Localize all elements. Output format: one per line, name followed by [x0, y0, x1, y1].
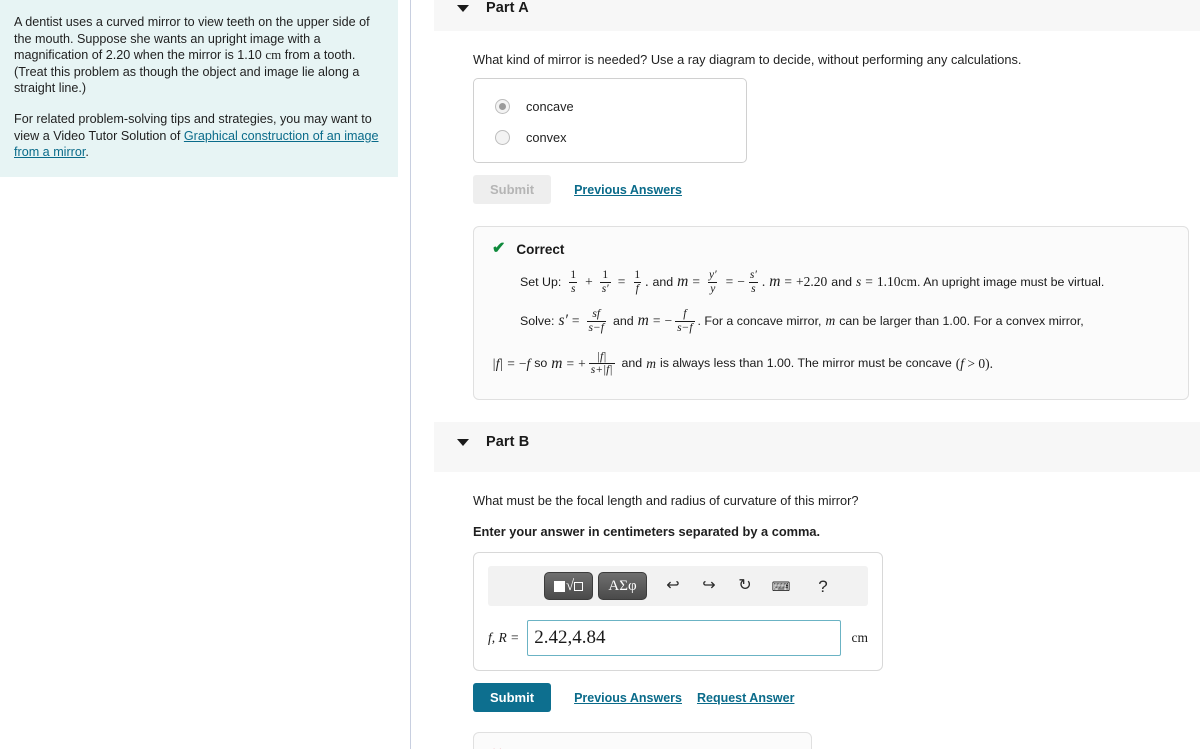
chevron-down-icon[interactable]	[457, 5, 469, 12]
problem-statement-box: A dentist uses a curved mirror to view t…	[0, 0, 398, 177]
solve-tail: . For a concave mirror,	[697, 313, 822, 328]
math-toolbar: √ ΑΣφ ↩ ↪ ↻ ⌨ ?	[488, 566, 868, 607]
setup-m-value: +2.20	[796, 274, 828, 290]
problem-paragraph-2: For related problem-solving tips and str…	[14, 111, 382, 161]
frac-one-over-s: 1s	[568, 269, 578, 295]
greek-symbols-button[interactable]: ΑΣφ	[598, 572, 647, 601]
link-period: .	[85, 145, 89, 160]
answer-unit-label: cm	[851, 630, 869, 646]
solve-prefix: Solve:	[520, 313, 555, 328]
setup-and-2: and	[831, 274, 852, 289]
frac-one-over-f: 1f	[633, 269, 641, 295]
part-a-correct-feedback: ✔ Correct Set Up: 1s + 1 s′ = 1f . and m =…	[473, 226, 1189, 401]
part-b-question: What must be the focal length and radius…	[473, 493, 859, 509]
choice-label-concave: concave	[526, 98, 574, 114]
answer-input[interactable]	[527, 620, 841, 657]
redo-arrow-icon[interactable]: ↪	[694, 578, 724, 594]
problem-statement-pane: A dentist uses a curved mirror to view t…	[0, 0, 411, 749]
choice-label-convex: convex	[526, 129, 567, 145]
part-b-actions: Submit Previous Answers Request Answer	[473, 683, 1180, 713]
part-b-answer-entry: √ ΑΣφ ↩ ↪ ↻ ⌨ ? f, R = cm	[473, 552, 883, 672]
part-a-body: What kind of mirror is needed? Use a ray…	[411, 51, 1200, 401]
part-a-title: Part A	[486, 0, 529, 16]
solve-math-line: Solve: s′ = sf s−f and m = − f s−f . For a co…	[520, 307, 1084, 334]
problem-page: A dentist uses a curved mirror to view t…	[0, 0, 1200, 749]
part-a-previous-answers-link[interactable]: Previous Answers	[574, 183, 682, 197]
radio-convex-icon[interactable]	[495, 129, 510, 145]
part-b-title: Part B	[486, 434, 530, 451]
sqrt-template-button[interactable]: √	[544, 572, 593, 601]
radio-concave-icon[interactable]	[495, 98, 510, 114]
frac-sf-over-s-minus-f: sf s−f	[586, 307, 606, 334]
greek-button-label: ΑΣφ	[608, 577, 637, 594]
part-b-previous-answers-link[interactable]: Previous Answers	[574, 691, 682, 705]
part-b-request-answer-link[interactable]: Request Answer	[697, 691, 794, 705]
solve-and: and	[612, 313, 634, 328]
setup-and-1: and	[652, 274, 674, 289]
part-b-instruction: Enter your answer in centimeters separat…	[473, 524, 821, 540]
part-a-submit-button[interactable]: Submit	[473, 175, 552, 204]
part-a-choice-group: concave convex	[473, 78, 747, 163]
absf-tail2: is always less than 1.00. The mirror mus…	[659, 356, 952, 371]
chevron-down-icon[interactable]	[457, 439, 469, 447]
problem-paragraph-1: A dentist uses a curved mirror to view t…	[14, 14, 382, 97]
answer-variable-label: f, R =	[488, 630, 520, 646]
absf-math-line: |f| = − f so m = + |f| s+|f| and m is always l…	[492, 350, 993, 377]
help-question-icon[interactable]: ?	[808, 578, 838, 595]
setup-prefix: Set Up:	[520, 274, 562, 289]
check-icon: ✔	[492, 240, 506, 257]
frac-yprime-over-y: y′ y	[708, 269, 718, 295]
part-a-feedback-header: ✔ Correct	[492, 241, 1170, 257]
frac-one-over-s-prime: 1 s′	[599, 269, 611, 295]
answer-input-row: f, R = cm	[488, 620, 869, 657]
choice-option-concave[interactable]: concave	[474, 95, 746, 117]
setup-s-value: 1.10cm	[876, 274, 917, 290]
answer-pane: Part A What kind of mirror is needed? Us…	[411, 0, 1200, 749]
part-b-header[interactable]: Part B	[434, 422, 1200, 473]
part-b-body: What must be the focal length and radius…	[411, 492, 1200, 749]
problem-unit-cm: cm	[265, 47, 282, 63]
part-a-question: What kind of mirror is needed? Use a ray…	[473, 52, 1022, 67]
frac-f-over-s-minus-f: f s−f	[675, 307, 695, 334]
frac-absf-over-s-plus-absf: |f| s+|f|	[588, 350, 615, 377]
absf-so: so	[534, 356, 548, 371]
part-b-submit-button[interactable]: Submit	[473, 683, 552, 713]
part-a-feedback-status: Correct	[516, 241, 565, 257]
setup-tail: . An upright image must be virtual.	[917, 274, 1105, 289]
undo-arrow-icon[interactable]: ↩	[658, 578, 688, 594]
part-a-actions: Submit Previous Answers	[473, 175, 1180, 204]
solve-tail2: can be larger than 1.00. For a convex mi…	[839, 313, 1084, 328]
part-b-incorrect-feedback: ✖ Incorrect; Try Again; 4 attempts remai…	[473, 732, 812, 749]
setup-math-line: Set Up: 1s + 1 s′ = 1f . and m = y′ y = − s′…	[520, 269, 1105, 295]
choice-option-convex[interactable]: convex	[474, 126, 746, 148]
part-a-header[interactable]: Part A	[434, 0, 1200, 31]
reset-circle-icon[interactable]: ↻	[730, 578, 760, 594]
keyboard-icon[interactable]: ⌨	[766, 580, 796, 593]
frac-sprime-over-s: s′ s	[749, 269, 758, 295]
absf-tail: and	[621, 356, 643, 371]
